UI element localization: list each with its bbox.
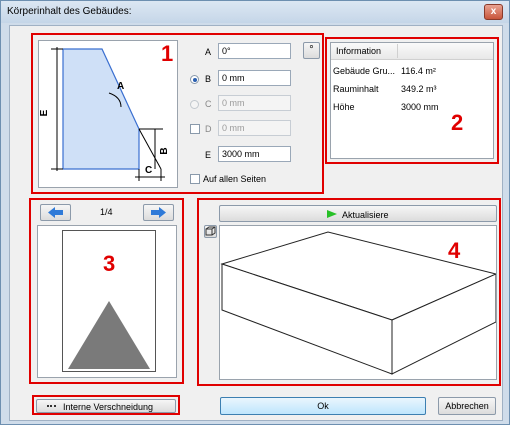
dim-label-a: A bbox=[117, 81, 124, 92]
field-d-input[interactable]: 0 mm bbox=[218, 120, 291, 136]
section-information: Information Gebäude Gru... 116.4 m² Raum… bbox=[325, 37, 499, 164]
info-row-1-value: 116.4 m² bbox=[401, 66, 436, 76]
field-c-radio[interactable] bbox=[190, 100, 199, 109]
field-e-label: E bbox=[205, 150, 212, 160]
field-b-radio[interactable] bbox=[190, 75, 199, 84]
internal-intersection-highlight: Interne Verschneidung bbox=[32, 395, 180, 415]
window-title: Körperinhalt des Gebäudes: bbox=[7, 6, 132, 17]
degree-button[interactable]: ° bbox=[303, 42, 320, 59]
field-a-label: A bbox=[205, 47, 212, 57]
internal-intersection-label: Interne Verschneidung bbox=[63, 402, 154, 412]
dialog-client: E A B C 1 A 0° ° B 0 mm C 0 mm D 0 mm E … bbox=[9, 25, 503, 421]
all-sides-label: Auf allen Seiten bbox=[203, 174, 267, 184]
field-d-checkbox[interactable] bbox=[190, 124, 200, 134]
field-d-label: D bbox=[205, 124, 212, 134]
section-number-2: 2 bbox=[451, 110, 464, 135]
info-row-1-name: Gebäude Gru... bbox=[333, 66, 396, 76]
section-profile: E A B C 1 A 0° ° B 0 mm C 0 mm D 0 mm E … bbox=[31, 33, 324, 194]
cube-icon bbox=[205, 226, 216, 236]
dialog-window: Körperinhalt des Gebäudes: x E A B C 1 A… bbox=[0, 0, 510, 425]
view-mode-button[interactable] bbox=[204, 225, 217, 238]
info-row-3-name: Höhe bbox=[333, 102, 355, 112]
refresh-button[interactable]: Aktualisiere bbox=[219, 205, 497, 222]
section-3d-view: Aktualisiere 4 bbox=[197, 198, 501, 386]
section-number-3: 3 bbox=[103, 251, 116, 276]
previous-button[interactable] bbox=[40, 204, 71, 221]
field-c-input[interactable]: 0 mm bbox=[218, 95, 291, 111]
preview-area: 3 bbox=[37, 225, 177, 378]
dim-label-c: C bbox=[145, 165, 152, 176]
refresh-label: Aktualisiere bbox=[342, 210, 389, 220]
profile-shape bbox=[62, 48, 140, 170]
field-c-label: C bbox=[205, 99, 212, 109]
section-number-4: 4 bbox=[448, 238, 461, 263]
extension-line bbox=[138, 128, 162, 170]
dots-icon bbox=[47, 405, 56, 409]
3d-viewport[interactable]: 4 bbox=[219, 225, 498, 380]
arrow-left-icon bbox=[48, 207, 63, 218]
dim-label-b: B bbox=[159, 147, 170, 154]
information-header: Information bbox=[336, 46, 382, 56]
field-e-input[interactable]: 3000 mm bbox=[218, 146, 291, 162]
profile-diagram-svg: E A B C bbox=[39, 47, 170, 181]
info-row-2-name: Rauminhalt bbox=[333, 84, 379, 94]
field-b-input[interactable]: 0 mm bbox=[218, 70, 291, 86]
all-sides-checkbox[interactable] bbox=[190, 174, 200, 184]
preview-triangle bbox=[68, 301, 150, 369]
information-list: Information Gebäude Gru... 116.4 m² Raum… bbox=[330, 42, 494, 159]
preview-page[interactable]: 3 bbox=[62, 230, 156, 372]
close-button[interactable]: x bbox=[484, 4, 503, 20]
field-a-input[interactable]: 0° bbox=[218, 43, 291, 59]
information-header-row: Information bbox=[331, 43, 493, 60]
info-row-2-value: 349.2 m³ bbox=[401, 84, 437, 94]
section-number-1: 1 bbox=[161, 41, 174, 66]
profile-diagram: E A B C bbox=[38, 40, 178, 188]
info-row-3-value: 3000 mm bbox=[401, 102, 439, 112]
section-preview-list: 1/4 3 bbox=[29, 198, 184, 384]
arrow-right-icon bbox=[151, 207, 166, 218]
field-b-label: B bbox=[205, 74, 212, 84]
page-indicator: 1/4 bbox=[100, 207, 113, 217]
dim-label-e: E bbox=[39, 109, 50, 116]
ok-button[interactable]: Ok bbox=[220, 397, 426, 415]
header-divider bbox=[397, 44, 398, 58]
play-icon bbox=[327, 210, 337, 218]
internal-intersection-button[interactable]: Interne Verschneidung bbox=[36, 399, 176, 413]
cancel-button[interactable]: Abbrechen bbox=[438, 397, 496, 415]
title-bar: Körperinhalt des Gebäudes: x bbox=[1, 1, 509, 23]
next-button[interactable] bbox=[143, 204, 174, 221]
